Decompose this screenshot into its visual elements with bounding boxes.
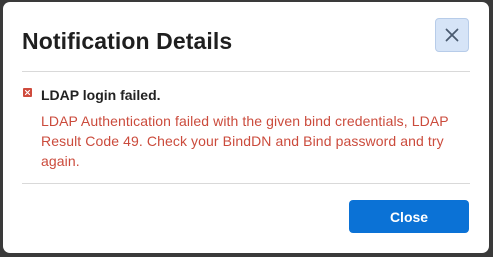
notification-title: LDAP login failed. — [41, 87, 161, 103]
close-button[interactable]: Close — [349, 200, 469, 233]
notification-details-dialog: Notification Details LDAP login failed. … — [3, 2, 489, 253]
dialog-close-icon-button[interactable] — [435, 18, 469, 52]
close-x-icon — [445, 28, 459, 42]
dialog-title: Notification Details — [22, 28, 233, 54]
notification-message: LDAP Authentication failed with the give… — [41, 113, 449, 169]
error-icon — [23, 88, 32, 97]
header-divider — [22, 71, 470, 72]
footer-divider — [22, 183, 470, 184]
